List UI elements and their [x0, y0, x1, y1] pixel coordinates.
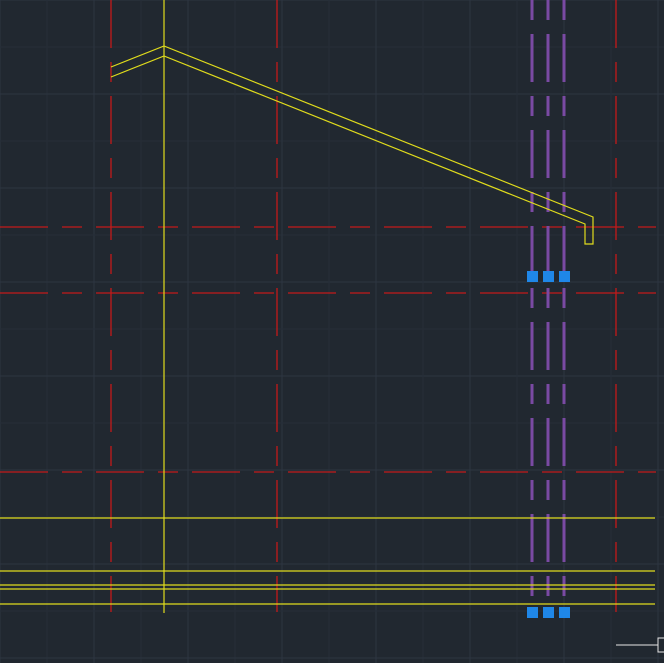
- drawing-viewport[interactable]: [0, 0, 664, 663]
- model-space-canvas[interactable]: [0, 0, 664, 663]
- grip-handle[interactable]: [527, 271, 538, 282]
- grip-handle[interactable]: [543, 271, 554, 282]
- grip-handle[interactable]: [527, 607, 538, 618]
- grip-handle[interactable]: [543, 607, 554, 618]
- grip-handle[interactable]: [559, 607, 570, 618]
- grip-handle[interactable]: [559, 271, 570, 282]
